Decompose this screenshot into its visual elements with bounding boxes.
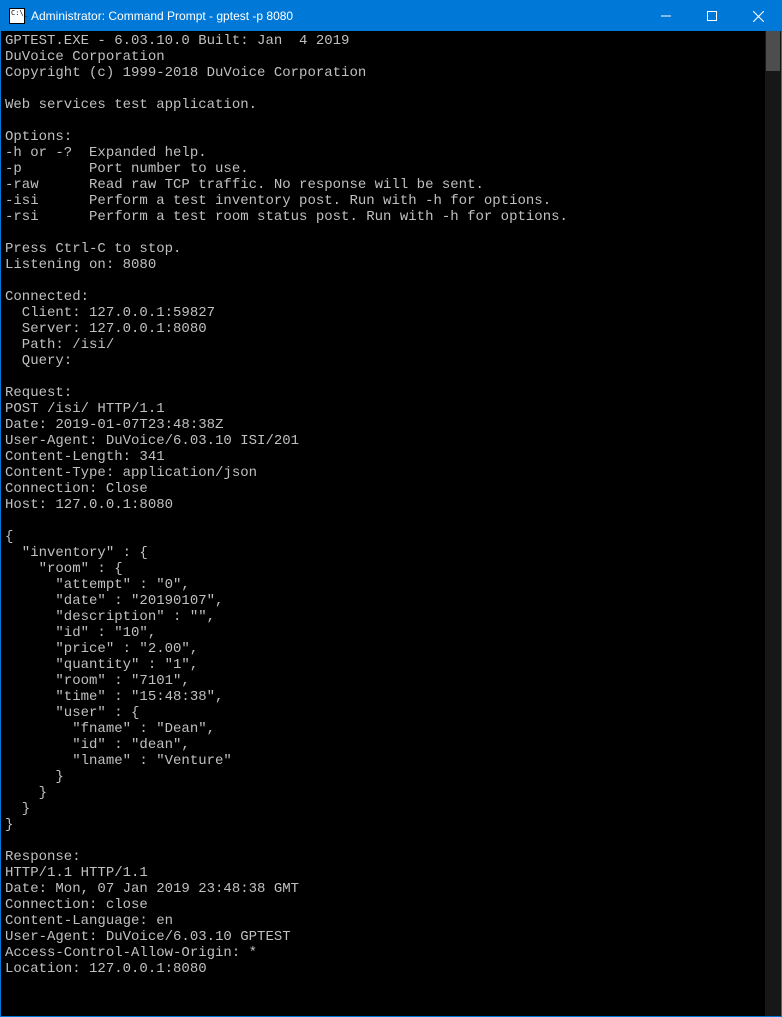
terminal-area: GPTEST.EXE - 6.03.10.0 Built: Jan 4 2019… — [1, 31, 781, 1016]
window-controls — [643, 1, 781, 31]
cmd-icon — [9, 8, 25, 24]
maximize-button[interactable] — [689, 1, 735, 31]
scrollbar-thumb[interactable] — [766, 31, 780, 71]
minimize-button[interactable] — [643, 1, 689, 31]
terminal-output[interactable]: GPTEST.EXE - 6.03.10.0 Built: Jan 4 2019… — [1, 31, 781, 1016]
scrollbar[interactable] — [765, 31, 781, 1016]
minimize-icon — [661, 11, 671, 21]
close-button[interactable] — [735, 1, 781, 31]
close-icon — [753, 11, 764, 22]
window-title: Administrator: Command Prompt - gptest -… — [31, 9, 293, 23]
window-titlebar[interactable]: Administrator: Command Prompt - gptest -… — [1, 1, 781, 31]
scrollbar-track — [765, 31, 781, 1016]
maximize-icon — [707, 11, 717, 21]
